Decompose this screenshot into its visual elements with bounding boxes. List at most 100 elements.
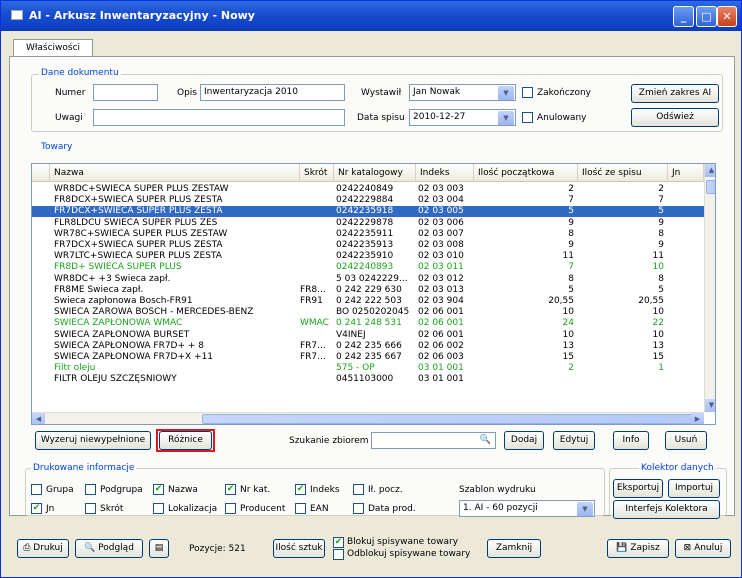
table-cell: 575 - OP [336,363,375,374]
col-header-nazwa[interactable]: Nazwa [50,164,300,182]
chevron-down-icon[interactable]: ▼ [577,502,593,516]
zakonczony-checkbox[interactable] [522,87,533,98]
table-cell: 02 03 007 [418,228,464,239]
numer-field[interactable] [93,84,158,101]
table-cell: 9 [658,240,664,250]
table-row[interactable]: WR7LTC+ŚWIECA SUPER PLUS ZESTA 0242235910… [32,251,704,262]
table-row[interactable]: FILTR OLEJU SZCZĘŚNIOWY 0451103000 03 01 0… [32,374,704,385]
producent-label: Producent [240,504,286,514]
table-row[interactable]: ŚWIECA ŻAROWA BOSCH - MERCEDES-BENZ BO 02… [32,307,704,318]
hscroll-thumb[interactable] [202,414,697,424]
nazwa-checkbox[interactable]: ✔ [153,484,164,495]
scroll-right-icon[interactable]: ▶ [691,413,704,424]
table-row[interactable]: FR7DCX+ŚWIECA SUPER PLUS ZESTA 0242235918… [32,206,704,218]
horizontal-scrollbar[interactable]: ◀ ▶ [32,412,704,424]
info-button[interactable]: Info [613,431,649,450]
szablon-select[interactable]: 1. AI - 60 pozycji ▼ [459,500,595,517]
eksportuj-button[interactable]: Eksportuj [613,479,663,498]
print-settings-button[interactable]: ▤ [149,539,169,558]
table-row[interactable]: FR8D+ ŚWIECA SUPER PLUS 0242240893 02 03 0… [32,262,704,273]
uwagi-field[interactable] [93,109,345,126]
zapisz-button[interactable]: 💾 Zapisz [607,539,669,558]
table-cell: FR7DCX+ŚWIECA SUPER PLUS ZESTA [54,240,223,250]
table-row[interactable]: FR7DCX+ŚWIECA SUPER PLUS ZESTA 0242235913… [32,240,704,251]
table-cell: ŚWIECA ZAPŁONOWA FR7D+X +11 [54,352,214,362]
table-cell: WR78C+ŚWIECA SUPER PLUS ZESTAW [54,228,228,239]
maximize-button[interactable]: □ [696,6,717,27]
wystawil-select[interactable]: Jan Nowak ▼ [409,84,516,101]
vertical-scrollbar[interactable]: ▲ ▼ [704,164,715,412]
table-cell: 0242240849 [336,184,394,194]
col-header-ilosc-poczatkowa[interactable]: Ilość początkowa [474,164,578,182]
podglad-label: Podgląd [98,543,134,553]
table-row[interactable]: ŚWIECA ZAPŁONOWA FR7D+ + 8 FR7... 0 242 23… [32,341,704,352]
col-header-ilosc-ze-spisu[interactable]: Ilość ze spisu [578,164,668,182]
podgrupa-checkbox[interactable] [85,484,96,495]
scroll-left-icon[interactable]: ◀ [32,413,45,424]
zmien-zakres-button[interactable]: Zmień zakres AI [631,84,719,103]
printer-settings-icon: ▤ [154,543,164,553]
title-bar[interactable]: AI - Arkusz Inwentaryzacyjny - Nowy _ □ … [1,1,741,31]
col-header-jn[interactable]: Jn [668,164,704,182]
lokalizacja-checkbox[interactable] [153,503,164,514]
dataprod-checkbox[interactable] [353,503,364,514]
anuluj-button[interactable]: ⊠ Anuluj [675,539,731,558]
jn-checkbox[interactable]: ✔ [31,503,42,514]
table-row[interactable]: Filtr oleju 575 - OP 03 01 001 2 1 [32,363,704,374]
chevron-down-icon[interactable]: ▼ [498,86,514,100]
scroll-down-icon[interactable]: ▼ [705,399,715,412]
drukuj-button[interactable]: ⎙ Drukuj [17,539,69,558]
table-row[interactable]: ŚWIECA ZAPŁONOWA FR7D+X +11 FR7... 0 242 2… [32,352,704,363]
indeks-checkbox[interactable]: ✔ [295,484,306,495]
dodaj-button[interactable]: Dodaj [504,431,544,450]
table-row[interactable]: FLR8LDCU ŚWIECA SUPER PLUS ZES 0242229878… [32,218,704,229]
table-cell: 02 03 003 [418,184,464,194]
ean-checkbox[interactable] [295,503,306,514]
podglad-button[interactable]: 🔍 Podgląd [75,539,143,558]
tab-wlasciwosci[interactable]: Właściwości [13,39,93,56]
minimize-button[interactable]: _ [673,6,694,27]
ilosc-sztuk-button[interactable]: Ilość sztuk [273,539,325,558]
col-header-nr-katalogowy[interactable]: Nr katalogowy [334,164,416,182]
table-row[interactable]: WR8DC+ŚWIECA SUPER PLUS ZESTAW 0242240849… [32,184,704,195]
importuj-button[interactable]: Importuj [668,479,720,498]
table-cell: 02 03 006 [418,217,464,228]
anulowany-checkbox[interactable] [522,112,533,123]
table-row[interactable]: FR8ME Świeca zapł. FR8... 0 242 229 630 02 … [32,285,704,296]
table-row[interactable]: WR8DC+ +3 Świeca zapł. 5 03 0242229... 02 … [32,274,704,285]
chevron-down-icon[interactable]: ▼ [498,111,514,125]
table-row[interactable]: ŚWIECA ZAPŁONOWA BURSET V4INEJ 02 06 001 10… [32,330,704,341]
col-header-skrot[interactable]: Skrót [300,164,334,182]
table-row[interactable]: Świeca zapłonowa Bosch-FR91 FR91 0 242 222… [32,296,704,307]
usun-button[interactable]: Usuń [665,431,707,450]
close-button[interactable]: ✕ [717,6,737,27]
producent-checkbox[interactable] [225,503,236,514]
towary-grid[interactable]: Nazwa Skrót Nr katalogowy Indeks Ilość p… [31,163,716,425]
nrkat-checkbox[interactable]: ✔ [225,484,236,495]
interfejs-kolektora-button[interactable]: Interfejs Kolektora [613,500,720,519]
table-cell: WMAC [300,318,329,329]
ilpocz-checkbox[interactable] [353,484,364,495]
wyzeruj-button[interactable]: Wyzeruj niewypełnione [35,431,151,450]
search-icon[interactable]: 🔍 [480,433,491,448]
table-row[interactable]: FR8DCX+ŚWIECA SUPER PLUS ZESTA 0242229884… [32,195,704,206]
odblokuj-checkbox[interactable] [333,549,344,560]
table-row[interactable]: WR78C+ŚWIECA SUPER PLUS ZESTAW 0242235911… [32,229,704,240]
data-spisu-select[interactable]: 2010-12-27 ▼ [409,109,516,126]
opis-field[interactable]: Inwentaryzacja 2010 [200,84,345,101]
blokuj-checkbox[interactable]: ✔ [333,537,344,548]
grupa-checkbox[interactable] [31,484,42,495]
szukanie-field[interactable]: 🔍 [371,432,496,449]
scroll-up-icon[interactable]: ▲ [705,164,715,177]
skrot-checkbox[interactable] [85,503,96,514]
odswiez-button[interactable]: Odśwież [631,108,719,127]
table-row[interactable]: ŚWIECA ZAPŁONOWA WMAC WMAC 0 241 248 531 02… [32,318,704,329]
table-cell: 03 01 001 [418,374,464,385]
table-cell: ŚWIECA ZAPŁONOWA WMAC [54,318,183,329]
table-cell: FR8ME Świeca zapł. [54,284,144,295]
scroll-thumb[interactable] [706,180,715,194]
printer-icon: ⎙ [23,543,34,553]
zamknij-button[interactable]: Zamknij [487,539,541,558]
edytuj-button[interactable]: Edytuj [553,431,595,450]
col-header-indeks[interactable]: Indeks [416,164,474,182]
